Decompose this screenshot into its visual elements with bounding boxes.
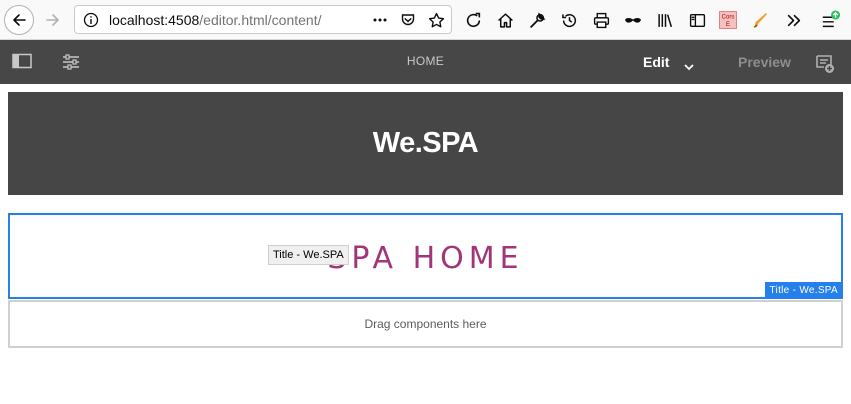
wrench-icon[interactable] — [527, 10, 547, 30]
menu-icon[interactable] — [821, 10, 841, 30]
component-tooltip: Title - We.SPA — [268, 245, 349, 265]
address-bar[interactable]: localhost:4508/editor.html/content/ — [74, 5, 452, 34]
page-name: HOME — [406, 54, 445, 68]
bookmark-star-icon[interactable] — [427, 11, 445, 29]
pocket-icon[interactable] — [399, 11, 417, 29]
library-icon[interactable] — [655, 10, 675, 30]
history-icon[interactable] — [559, 10, 579, 30]
page-properties-icon[interactable] — [61, 53, 81, 71]
sidebar-icon[interactable] — [687, 10, 707, 30]
site-header[interactable]: We.SPA — [8, 92, 843, 195]
editor-toolbar: HOME Edit Preview — [0, 40, 851, 84]
back-icon — [13, 14, 26, 26]
preview-button[interactable]: Preview — [738, 54, 791, 70]
annotations-icon[interactable] — [815, 54, 835, 79]
page-heading: SPA HOME — [327, 241, 524, 276]
cors-extension-icon[interactable]: Cors E — [718, 10, 738, 30]
component-label-badge[interactable]: Title - We.SPA — [764, 282, 843, 299]
reload-icon[interactable] — [463, 10, 483, 30]
home-icon[interactable] — [495, 10, 515, 30]
url-text[interactable]: localhost:4508/editor.html/content/ — [109, 12, 371, 28]
more-icon[interactable] — [371, 11, 389, 29]
side-panel-toggle-icon[interactable] — [12, 53, 32, 71]
url-host: localhost:4508 — [109, 12, 200, 28]
component-dropzone[interactable]: Drag components here — [8, 300, 843, 348]
dropzone-text: Drag components here — [364, 317, 487, 331]
back-button[interactable] — [4, 5, 34, 35]
mask-icon[interactable] — [623, 10, 643, 30]
cors-label-top: Cors — [722, 15, 735, 21]
browser-toolbar: localhost:4508/editor.html/content/ Cors… — [0, 0, 851, 40]
forward-button[interactable] — [38, 5, 68, 35]
forward-icon — [46, 14, 59, 26]
paint-brush-icon[interactable] — [751, 10, 771, 30]
info-icon[interactable] — [83, 12, 99, 33]
url-path: /editor.html/content/ — [199, 12, 322, 28]
title-component[interactable]: SPA HOME — [8, 213, 843, 299]
print-icon[interactable] — [591, 10, 611, 30]
edit-mode-selector[interactable]: Edit — [643, 54, 669, 70]
cors-label-bottom: E — [726, 22, 730, 28]
overflow-icon[interactable] — [783, 10, 803, 30]
chevron-down-icon[interactable] — [683, 58, 695, 76]
site-title: We.SPA — [372, 127, 479, 159]
